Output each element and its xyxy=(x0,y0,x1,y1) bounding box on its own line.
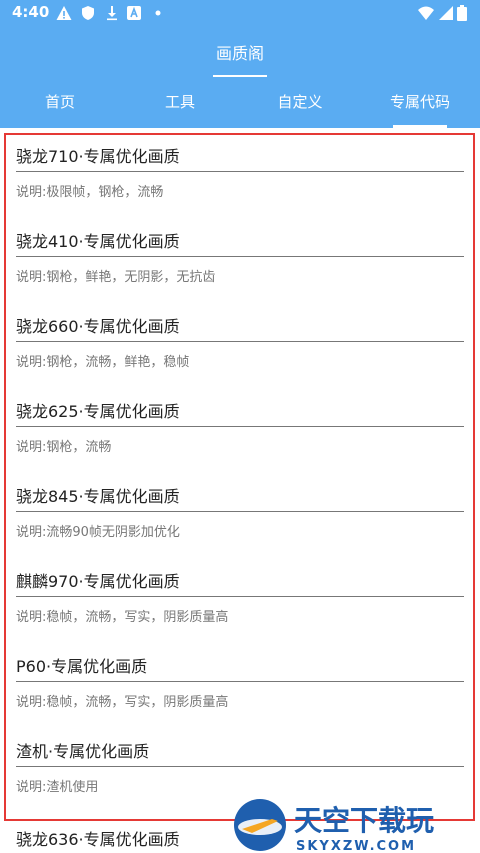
shield-icon xyxy=(82,6,94,20)
item-title: P60·专属优化画质 xyxy=(16,652,464,682)
watermark-logo: 天空下载玩 SKYXZW.COM xyxy=(234,799,434,853)
item-description: 说明:钢枪，流畅 xyxy=(16,440,112,455)
item-title: 骁龙625·专属优化画质 xyxy=(16,397,464,427)
watermark-domain: SKYXZW.COM xyxy=(296,839,416,853)
item-title: 骁龙410·专属优化画质 xyxy=(16,227,464,257)
app-header: 画质阁 xyxy=(0,26,480,78)
item-description: 说明:流畅90帧无阴影加优化 xyxy=(16,525,180,540)
tab-exclusive-code[interactable]: 专属代码 xyxy=(360,78,480,128)
item-title: 骁龙710·专属优化画质 xyxy=(16,142,464,172)
item-title: 骁龙845·专属优化画质 xyxy=(16,482,464,512)
item-title: 渣机·专属优化画质 xyxy=(16,737,464,767)
list-item[interactable]: 骁龙845·专属优化画质 说明:流畅90帧无阴影加优化 xyxy=(16,482,464,540)
dot-icon xyxy=(155,10,161,16)
title-underline xyxy=(213,75,267,77)
wifi-icon xyxy=(418,6,434,20)
item-description: 说明:钢枪，鲜艳，无阴影，无抗齿 xyxy=(16,270,216,285)
list-item[interactable]: 骁龙710·专属优化画质 说明:极限帧，钢枪，流畅 xyxy=(16,142,464,200)
item-description: 说明:稳帧，流畅，写实，阴影质量高 xyxy=(16,610,229,625)
tab-custom[interactable]: 自定义 xyxy=(240,78,360,128)
list-item[interactable]: 骁龙660·专属优化画质 说明:钢枪，流畅，鲜艳，稳帧 xyxy=(16,312,464,370)
list-item-title-partial[interactable]: 骁龙636·专属优化画质 xyxy=(16,826,180,850)
list-item[interactable]: 渣机·专属优化画质 说明:渣机使用 xyxy=(16,737,464,795)
list-item[interactable]: P60·专属优化画质 说明:稳帧，流畅，写实，阴影质量高 xyxy=(16,652,464,710)
app-a-icon xyxy=(127,6,141,20)
item-description: 说明:钢枪，流畅，鲜艳，稳帧 xyxy=(16,355,190,370)
page-title: 画质阁 xyxy=(215,44,264,63)
item-description: 说明:极限帧，钢枪，流畅 xyxy=(16,185,164,200)
signal-icon xyxy=(439,6,453,20)
battery-icon xyxy=(457,5,467,21)
tab-home[interactable]: 首页 xyxy=(0,78,120,128)
status-bar: 4:40 xyxy=(0,0,480,26)
status-time: 4:40 xyxy=(12,3,50,21)
list-item[interactable]: 麒麟970·专属优化画质 说明:稳帧，流畅，写实，阴影质量高 xyxy=(16,567,464,625)
tab-tools[interactable]: 工具 xyxy=(120,78,240,128)
list-item[interactable]: 骁龙625·专属优化画质 说明:钢枪，流畅 xyxy=(16,397,464,455)
item-title: 麒麟970·专属优化画质 xyxy=(16,567,464,597)
item-description: 说明:渣机使用 xyxy=(16,780,99,795)
watermark-brand: 天空下载玩 xyxy=(294,804,434,837)
item-description: 说明:稳帧，流畅，写实，阴影质量高 xyxy=(16,695,229,710)
download-icon xyxy=(107,6,117,21)
tab-bar: 首页 工具 自定义 专属代码 xyxy=(0,78,480,128)
item-title: 骁龙660·专属优化画质 xyxy=(16,312,464,342)
list-item[interactable]: 骁龙410·专属优化画质 说明:钢枪，鲜艳，无阴影，无抗齿 xyxy=(16,227,464,285)
alert-icon xyxy=(56,6,72,20)
